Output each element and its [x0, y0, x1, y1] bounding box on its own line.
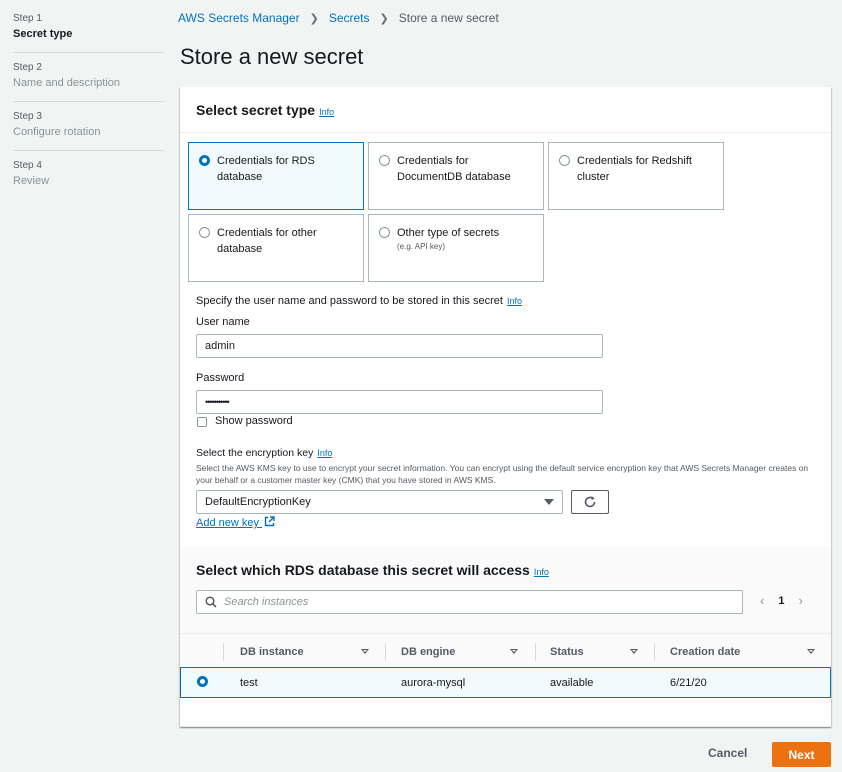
tile-label: Credentials for DocumentDB database	[397, 155, 511, 183]
row-radio-button[interactable]	[197, 676, 208, 687]
step-number: Step 2	[13, 62, 42, 73]
step-title: Secret type	[13, 28, 73, 40]
refresh-button[interactable]	[571, 490, 609, 514]
cell-instance: test	[240, 676, 258, 689]
show-password-label: Show password	[215, 415, 293, 427]
database-section: Select which RDS database this secret wi…	[180, 547, 831, 727]
username-label: User name	[196, 316, 250, 328]
tile-redshift-credentials[interactable]: Credentials for Redshift cluster	[548, 142, 724, 210]
encryption-description: Select the AWS KMS key to use to encrypt…	[196, 463, 809, 485]
page-title: Store a new secret	[180, 44, 364, 69]
info-link[interactable]: Info	[534, 567, 549, 577]
breadcrumb-secrets[interactable]: Secrets	[329, 11, 370, 25]
current-page[interactable]: 1	[778, 595, 784, 607]
tile-documentdb-credentials[interactable]: Credentials for DocumentDB database	[368, 142, 544, 210]
column-divider	[223, 643, 224, 661]
secret-type-panel: Select secret type Info Credentials for R…	[180, 87, 831, 727]
pagination: ‹ 1 ›	[760, 593, 803, 608]
radio-button[interactable]	[199, 227, 210, 238]
cancel-button[interactable]: Cancel	[708, 746, 747, 760]
database-heading-text: Select which RDS database this secret wi…	[196, 562, 530, 578]
add-new-key-label: Add new key	[196, 517, 259, 529]
tile-rds-credentials[interactable]: Credentials for RDS database	[188, 142, 364, 210]
radio-button[interactable]	[379, 155, 390, 166]
credentials-intro: Specify the user name and password to be…	[196, 295, 522, 307]
table-row[interactable]: test aurora-mysql available 6/21/20	[180, 667, 831, 698]
external-link-icon	[264, 516, 275, 527]
show-password-checkbox[interactable]	[197, 417, 207, 427]
info-link[interactable]: Info	[319, 107, 334, 117]
step-2[interactable]: Step 2 Name and description	[13, 61, 164, 102]
chevron-right-icon[interactable]: ›	[798, 593, 802, 608]
column-creation-date[interactable]: Creation date	[670, 634, 740, 669]
column-db-engine[interactable]: DB engine	[401, 634, 455, 669]
password-label: Password	[196, 372, 245, 384]
username-input[interactable]: admin	[196, 334, 603, 358]
step-1[interactable]: Step 1 Secret type	[13, 12, 164, 53]
database-heading: Select which RDS database this secret wi…	[196, 562, 549, 578]
caret-down-icon	[544, 499, 554, 505]
credentials-intro-text: Specify the user name and password to be…	[196, 295, 503, 307]
tile-sublabel: (e.g. API key)	[397, 242, 446, 251]
encryption-key-select[interactable]: DefaultEncryptionKey	[196, 490, 563, 514]
step-number: Step 1	[13, 13, 42, 24]
search-placeholder: Search instances	[224, 596, 309, 608]
column-status[interactable]: Status	[550, 634, 584, 669]
refresh-icon	[584, 496, 596, 508]
breadcrumb-secrets-manager[interactable]: AWS Secrets Manager	[178, 11, 300, 25]
column-divider	[385, 643, 386, 661]
tile-label: Credentials for other database	[217, 227, 317, 255]
step-title: Configure rotation	[13, 126, 101, 138]
sort-icon[interactable]	[630, 649, 638, 654]
radio-button[interactable]	[199, 155, 210, 166]
radio-button[interactable]	[559, 155, 570, 166]
database-section-header: Select which RDS database this secret wi…	[180, 547, 831, 632]
step-4[interactable]: Step 4 Review	[13, 159, 164, 199]
step-number: Step 3	[13, 111, 42, 122]
sort-icon[interactable]	[807, 649, 815, 654]
info-link[interactable]: Info	[317, 448, 332, 458]
encryption-label-text: Select the encryption key	[196, 447, 314, 459]
table-header: DB instance DB engine Status Creation da…	[180, 633, 831, 668]
cell-engine: aurora-mysql	[401, 676, 466, 689]
password-input[interactable]: •••••••••••	[196, 390, 603, 414]
step-title: Name and description	[13, 77, 121, 89]
breadcrumb-current: Store a new secret	[398, 11, 499, 25]
add-new-key-link[interactable]: Add new key	[196, 516, 275, 529]
step-number: Step 4	[13, 160, 42, 171]
sort-icon[interactable]	[361, 649, 369, 654]
cell-creation-date: 6/21/20	[670, 676, 707, 689]
search-instances-input[interactable]: Search instances	[196, 590, 743, 614]
chevron-right-icon: ❯	[379, 12, 389, 25]
tile-label: Credentials for RDS database	[217, 155, 315, 183]
info-link[interactable]: Info	[507, 296, 522, 306]
step-3[interactable]: Step 3 Configure rotation	[13, 110, 164, 151]
panel-header: Select secret type Info	[180, 87, 831, 133]
column-divider	[535, 643, 536, 661]
cell-status: available	[550, 676, 594, 689]
tile-label: Other type of secrets	[397, 227, 500, 239]
radio-button[interactable]	[379, 227, 390, 238]
breadcrumb: AWS Secrets Manager ❯ Secrets ❯ Store a …	[178, 11, 499, 25]
section-heading: Select secret type	[196, 102, 316, 118]
wizard-steps: Step 1 Secret type Step 2 Name and descr…	[13, 12, 164, 207]
encryption-label: Select the encryption key Info	[196, 447, 332, 459]
search-icon	[205, 596, 217, 608]
tile-other-secret-type[interactable]: Other type of secrets (e.g. API key)	[368, 214, 544, 282]
encryption-key-value: DefaultEncryptionKey	[205, 496, 311, 508]
chevron-right-icon: ❯	[309, 12, 319, 25]
tile-other-database-credentials[interactable]: Credentials for other database	[188, 214, 364, 282]
tile-label: Credentials for Redshift cluster	[577, 155, 692, 183]
column-db-instance[interactable]: DB instance	[240, 634, 304, 669]
step-title: Review	[13, 175, 50, 187]
sort-icon[interactable]	[510, 649, 518, 654]
chevron-left-icon[interactable]: ‹	[760, 593, 764, 608]
next-button[interactable]: Next	[772, 742, 831, 767]
column-divider	[654, 643, 655, 661]
table-footer-space	[180, 698, 831, 727]
